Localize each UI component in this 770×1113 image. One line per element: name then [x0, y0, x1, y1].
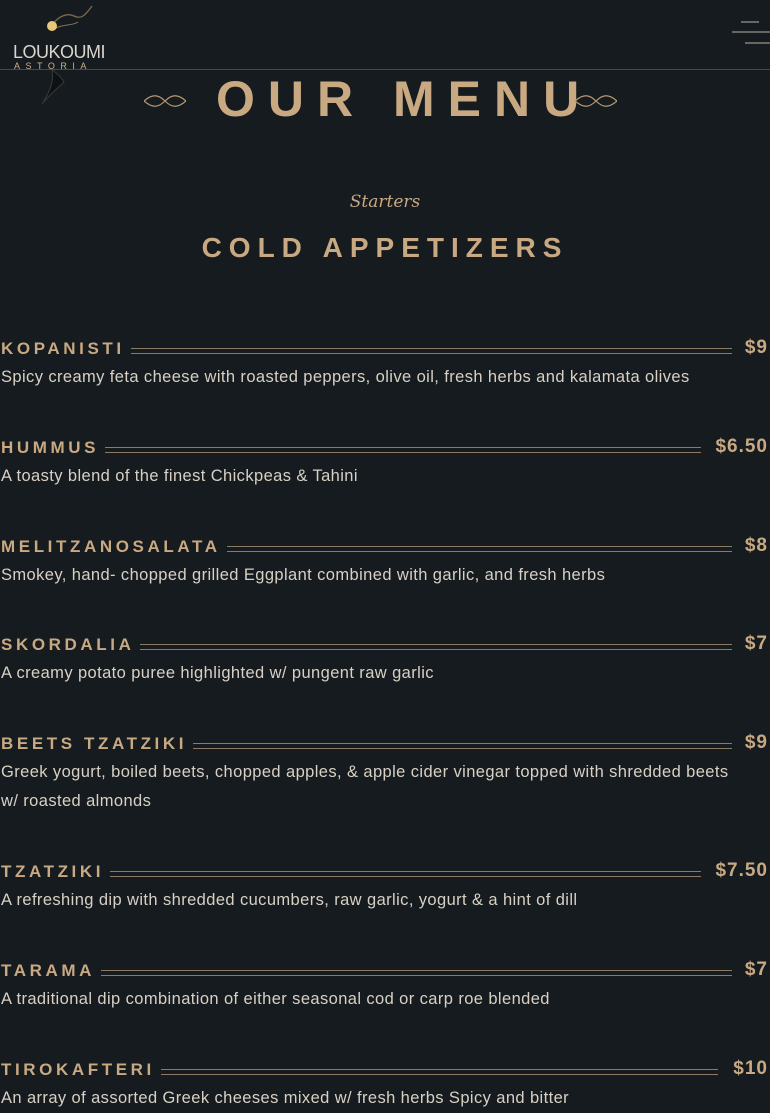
hamburger-menu-button[interactable] — [729, 20, 770, 48]
item-price: $7 — [738, 959, 768, 981]
menu-title-row: OUR MENU — [0, 70, 770, 130]
item-name: MELITZANOSALATA — [1, 537, 227, 557]
item-name: HUMMUS — [1, 438, 106, 458]
leader-line — [150, 1069, 718, 1075]
item-price: $10 — [727, 1058, 768, 1080]
section-kicker: Starters — [349, 192, 421, 212]
item-name: TZATZIKI — [1, 862, 111, 882]
hamburger-menu-icon — [732, 21, 770, 44]
item-price: $7 — [738, 633, 768, 655]
item-name: TARAMA — [1, 961, 101, 981]
right-ornament-icon — [575, 95, 617, 107]
item-description: A creamy potato puree highlighted w/ pun… — [1, 664, 434, 682]
item-price: $6.50 — [709, 436, 768, 458]
page-title: OUR MENU — [216, 71, 593, 127]
item-name: KOPANISTI — [1, 339, 131, 359]
leader-line — [124, 348, 732, 354]
section-title: COLD APPETIZERS — [201, 232, 569, 263]
site-header: LOUKOUMI ASTORIA — [0, 0, 770, 105]
leader-line — [181, 743, 732, 749]
item-price: $8 — [738, 535, 768, 557]
item-price: $7.50 — [709, 860, 768, 882]
item-description: A toasty blend of the finest Chickpeas &… — [1, 467, 358, 485]
item-description: Spicy creamy feta cheese with roasted pe… — [1, 368, 690, 386]
leader-line — [108, 871, 701, 877]
leader-line — [215, 546, 732, 552]
item-description: A traditional dip combination of either … — [1, 990, 550, 1008]
item-description: Greek yogurt, boiled beets, chopped appl… — [1, 763, 729, 810]
left-ornament-icon — [144, 95, 186, 107]
logo-wordmark: LOUKOUMI — [13, 42, 106, 62]
item-price: $9 — [738, 337, 768, 359]
leader-line — [101, 447, 701, 453]
leader-line — [94, 970, 732, 976]
leader-line — [129, 644, 732, 650]
item-price: $9 — [738, 732, 768, 754]
item-description: A refreshing dip with shredded cucumbers… — [1, 891, 578, 909]
item-name: TIROKAFTERI — [1, 1060, 161, 1080]
item-name: SKORDALIA — [1, 635, 141, 655]
item-description: Smokey, hand- chopped grilled Eggplant c… — [1, 566, 606, 584]
item-name: BEETS TZATZIKI — [1, 734, 194, 754]
